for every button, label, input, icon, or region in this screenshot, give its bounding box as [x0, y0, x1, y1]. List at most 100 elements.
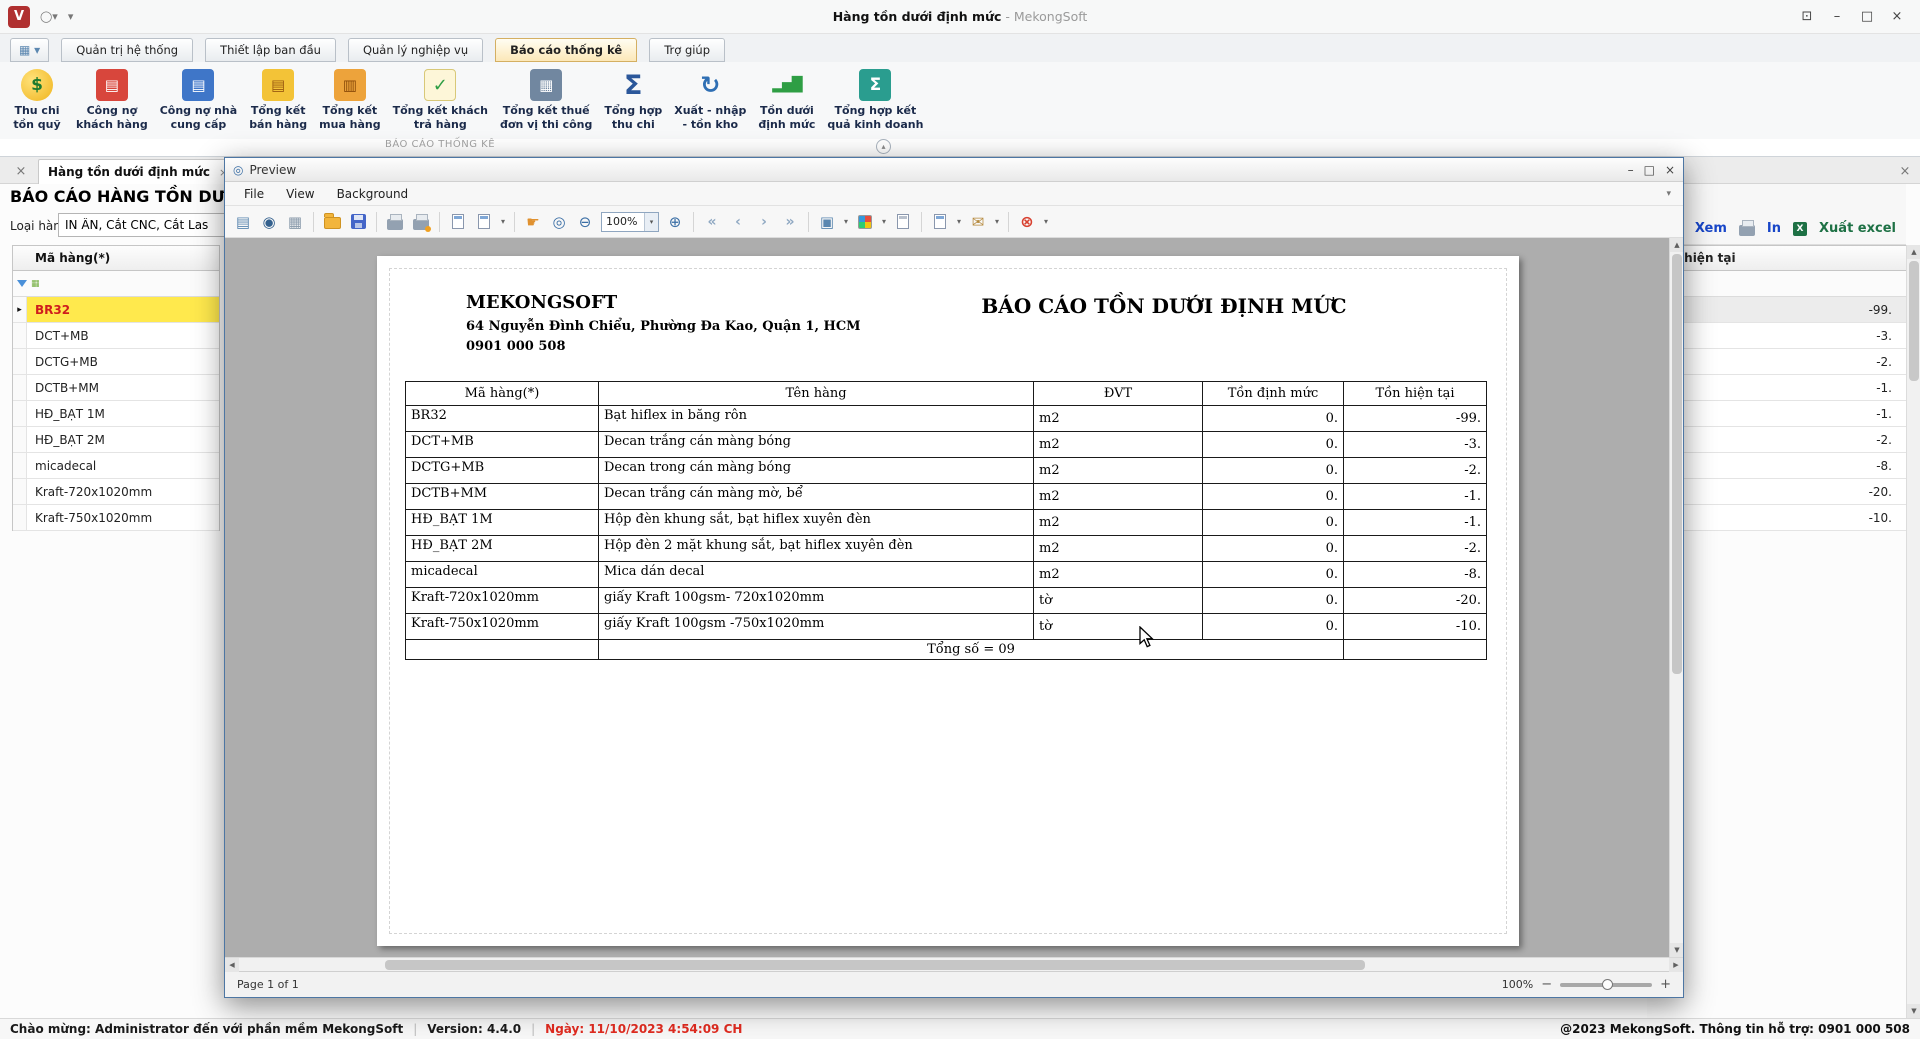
grid-row[interactable]: DCT+MB	[13, 323, 219, 349]
grid-row[interactable]: Kraft-720x1020mm	[13, 479, 219, 505]
grid-row[interactable]: DCTB+MM	[13, 375, 219, 401]
scroll-left-icon[interactable]: ◀	[225, 958, 239, 972]
grid-row[interactable]: -1.	[1647, 401, 1906, 427]
preview-close-button[interactable]: ×	[1665, 163, 1675, 177]
grid-row[interactable]: -2.	[1647, 427, 1906, 453]
exit-icon[interactable]: ⊗	[1015, 210, 1039, 234]
ribbon-button-tong-hop-ket-qua-kinh-doanh[interactable]: Σ Tổng hợp kếtquả kinh doanh	[821, 66, 929, 135]
menu-background[interactable]: Background	[326, 184, 420, 204]
chevron-down-icon[interactable]: ▾	[954, 217, 964, 226]
grid-row[interactable]: -1.	[1647, 375, 1906, 401]
scale-icon[interactable]	[472, 210, 496, 234]
tab-quan-ly-nghiep-vu[interactable]: Quản lý nghiệp vụ	[348, 38, 483, 62]
chevron-down-icon[interactable]: ▾	[1666, 189, 1675, 199]
print-icon[interactable]	[383, 210, 407, 234]
grid-row[interactable]: -99.	[1647, 297, 1906, 323]
zoom-combobox[interactable]: 100% ▾	[601, 212, 659, 232]
tab-bao-cao-thong-ke[interactable]: Báo cáo thống kê	[495, 38, 637, 62]
previous-page-icon[interactable]: ‹	[726, 210, 750, 234]
ribbon-menu-icon[interactable]: ▦ ▾	[10, 38, 49, 62]
document-map-icon[interactable]: ▤	[231, 210, 255, 234]
grid-row[interactable]: DCTG+MB	[13, 349, 219, 375]
open-icon[interactable]	[320, 210, 344, 234]
ribbon-button-cong-no-nha-cung-cap[interactable]: ▤ Công nợ nhàcung cấp	[154, 66, 243, 135]
chevron-down-icon[interactable]: ▾	[992, 217, 1002, 226]
quick-access-menu-icon[interactable]: ◯▾	[40, 10, 58, 23]
scroll-up-icon[interactable]: ▲	[1670, 238, 1683, 252]
grid-column-header[interactable]: Mã hàng(*)	[13, 245, 219, 271]
chevron-down-icon[interactable]: ▾	[841, 217, 851, 226]
ribbon-collapse-icon[interactable]: ▴	[876, 139, 891, 154]
close-button[interactable]: ×	[1884, 6, 1910, 28]
magnifier-icon[interactable]: ◎	[547, 210, 571, 234]
export-excel-button[interactable]: Xuất excel	[1819, 221, 1896, 236]
email-icon[interactable]: ✉	[966, 210, 990, 234]
menu-file[interactable]: File	[233, 184, 275, 204]
page-setup-icon[interactable]	[446, 210, 470, 234]
customize-icon[interactable]: ▦	[283, 210, 307, 234]
first-page-icon[interactable]: «	[700, 210, 724, 234]
grid-column-header[interactable]: Tồn hiện tại	[1647, 245, 1906, 271]
grid-row[interactable]: -8.	[1647, 453, 1906, 479]
search-icon[interactable]: ◉	[257, 210, 281, 234]
printer-icon[interactable]	[1739, 225, 1755, 236]
chevron-down-icon[interactable]: ▾	[498, 217, 508, 226]
last-page-icon[interactable]: »	[778, 210, 802, 234]
grid-row[interactable]: -3.	[1647, 323, 1906, 349]
ribbon-button-tong-ket-ban-hang[interactable]: ▤ Tổng kếtbán hàng	[243, 66, 313, 135]
tab-hang-ton-duoi-dinh-muc[interactable]: Hàng tồn dưới định mức×	[38, 159, 238, 184]
grid-row[interactable]: HĐ_BẠT 1M	[13, 401, 219, 427]
chevron-down-icon[interactable]: ▾	[879, 217, 889, 226]
grid-row[interactable]: -2.	[1647, 349, 1906, 375]
preview-vertical-scrollbar[interactable]: ▲ ▼	[1669, 238, 1683, 957]
close-all-tabs-icon[interactable]: ×	[12, 162, 30, 180]
fit-screen-button[interactable]: ⊡	[1794, 6, 1820, 28]
ribbon-button-tong-hop-thu-chi[interactable]: Σ Tổng hợpthu chi	[598, 66, 668, 135]
chevron-down-icon[interactable]: ▾	[644, 213, 658, 231]
maximize-button[interactable]: □	[1854, 6, 1880, 28]
hand-tool-icon[interactable]: ☛	[521, 210, 545, 234]
ribbon-button-cong-no-khach-hang[interactable]: ▤ Công nợkhách hàng	[70, 66, 154, 135]
preview-maximize-button[interactable]: □	[1644, 163, 1655, 177]
ribbon-button-tong-ket-mua-hang[interactable]: ▥ Tổng kếtmua hàng	[313, 66, 387, 135]
scrollbar-thumb[interactable]	[1909, 261, 1919, 381]
view-button[interactable]: Xem	[1695, 221, 1727, 236]
preview-horizontal-scrollbar[interactable]: ◀ ▶	[225, 957, 1683, 971]
ribbon-button-ton-duoi-dinh-muc[interactable]: ▂▅█ Tồn dướiđịnh mức	[752, 66, 821, 135]
watermark-icon[interactable]	[891, 210, 915, 234]
export-document-icon[interactable]	[928, 210, 952, 234]
grid-row[interactable]: Kraft-750x1020mm	[13, 505, 219, 531]
grid-row[interactable]: ▸ BR32	[13, 297, 219, 323]
page-color-icon[interactable]	[853, 210, 877, 234]
preview-minimize-button[interactable]: –	[1628, 163, 1634, 177]
tab-tro-giup[interactable]: Trợ giúp	[649, 38, 725, 62]
minimize-button[interactable]: –	[1824, 6, 1850, 28]
scrollbar-thumb[interactable]	[1672, 254, 1682, 674]
grid-row[interactable]: HĐ_BẠT 2M	[13, 427, 219, 453]
ribbon-button-tong-ket-khach-tra-hang[interactable]: ✓ Tổng kết kháchtrả hàng	[387, 66, 494, 135]
quick-access-customize-icon[interactable]: ▾	[68, 10, 74, 23]
ribbon-button-thu-chi-ton-quy[interactable]: $ Thu chitồn quỹ	[4, 66, 70, 135]
zoom-slider-knob[interactable]	[1602, 979, 1613, 990]
quick-print-icon[interactable]	[409, 210, 433, 234]
zoom-out-icon[interactable]: ⊖	[573, 210, 597, 234]
ribbon-button-xuat-nhap-ton-kho[interactable]: ↻ Xuất - nhập- tồn kho	[668, 66, 752, 135]
next-page-icon[interactable]: ›	[752, 210, 776, 234]
zoom-in-icon[interactable]: ⊕	[663, 210, 687, 234]
scrollbar-thumb[interactable]	[385, 960, 1365, 970]
grid-filter-row[interactable]: ▦	[13, 271, 219, 297]
scroll-down-icon[interactable]: ▼	[1907, 1004, 1920, 1018]
excel-icon[interactable]: X	[1793, 222, 1807, 236]
zoom-plus-icon[interactable]: +	[1660, 977, 1671, 992]
multiple-pages-icon[interactable]: ▣	[815, 210, 839, 234]
panel-close-icon[interactable]: ×	[1896, 162, 1914, 180]
save-icon[interactable]	[346, 210, 370, 234]
tab-thiet-lap-ban-dau[interactable]: Thiết lập ban đầu	[205, 38, 336, 62]
chevron-down-icon[interactable]: ▾	[1041, 217, 1051, 226]
zoom-minus-icon[interactable]: −	[1541, 977, 1552, 992]
grid-row[interactable]: -10.	[1647, 505, 1906, 531]
scroll-down-icon[interactable]: ▼	[1670, 943, 1683, 957]
grid-row[interactable]: -20.	[1647, 479, 1906, 505]
ribbon-button-tong-ket-thue[interactable]: ▦ Tổng kết thuếđơn vị thi công	[494, 66, 598, 135]
menu-view[interactable]: View	[275, 184, 325, 204]
